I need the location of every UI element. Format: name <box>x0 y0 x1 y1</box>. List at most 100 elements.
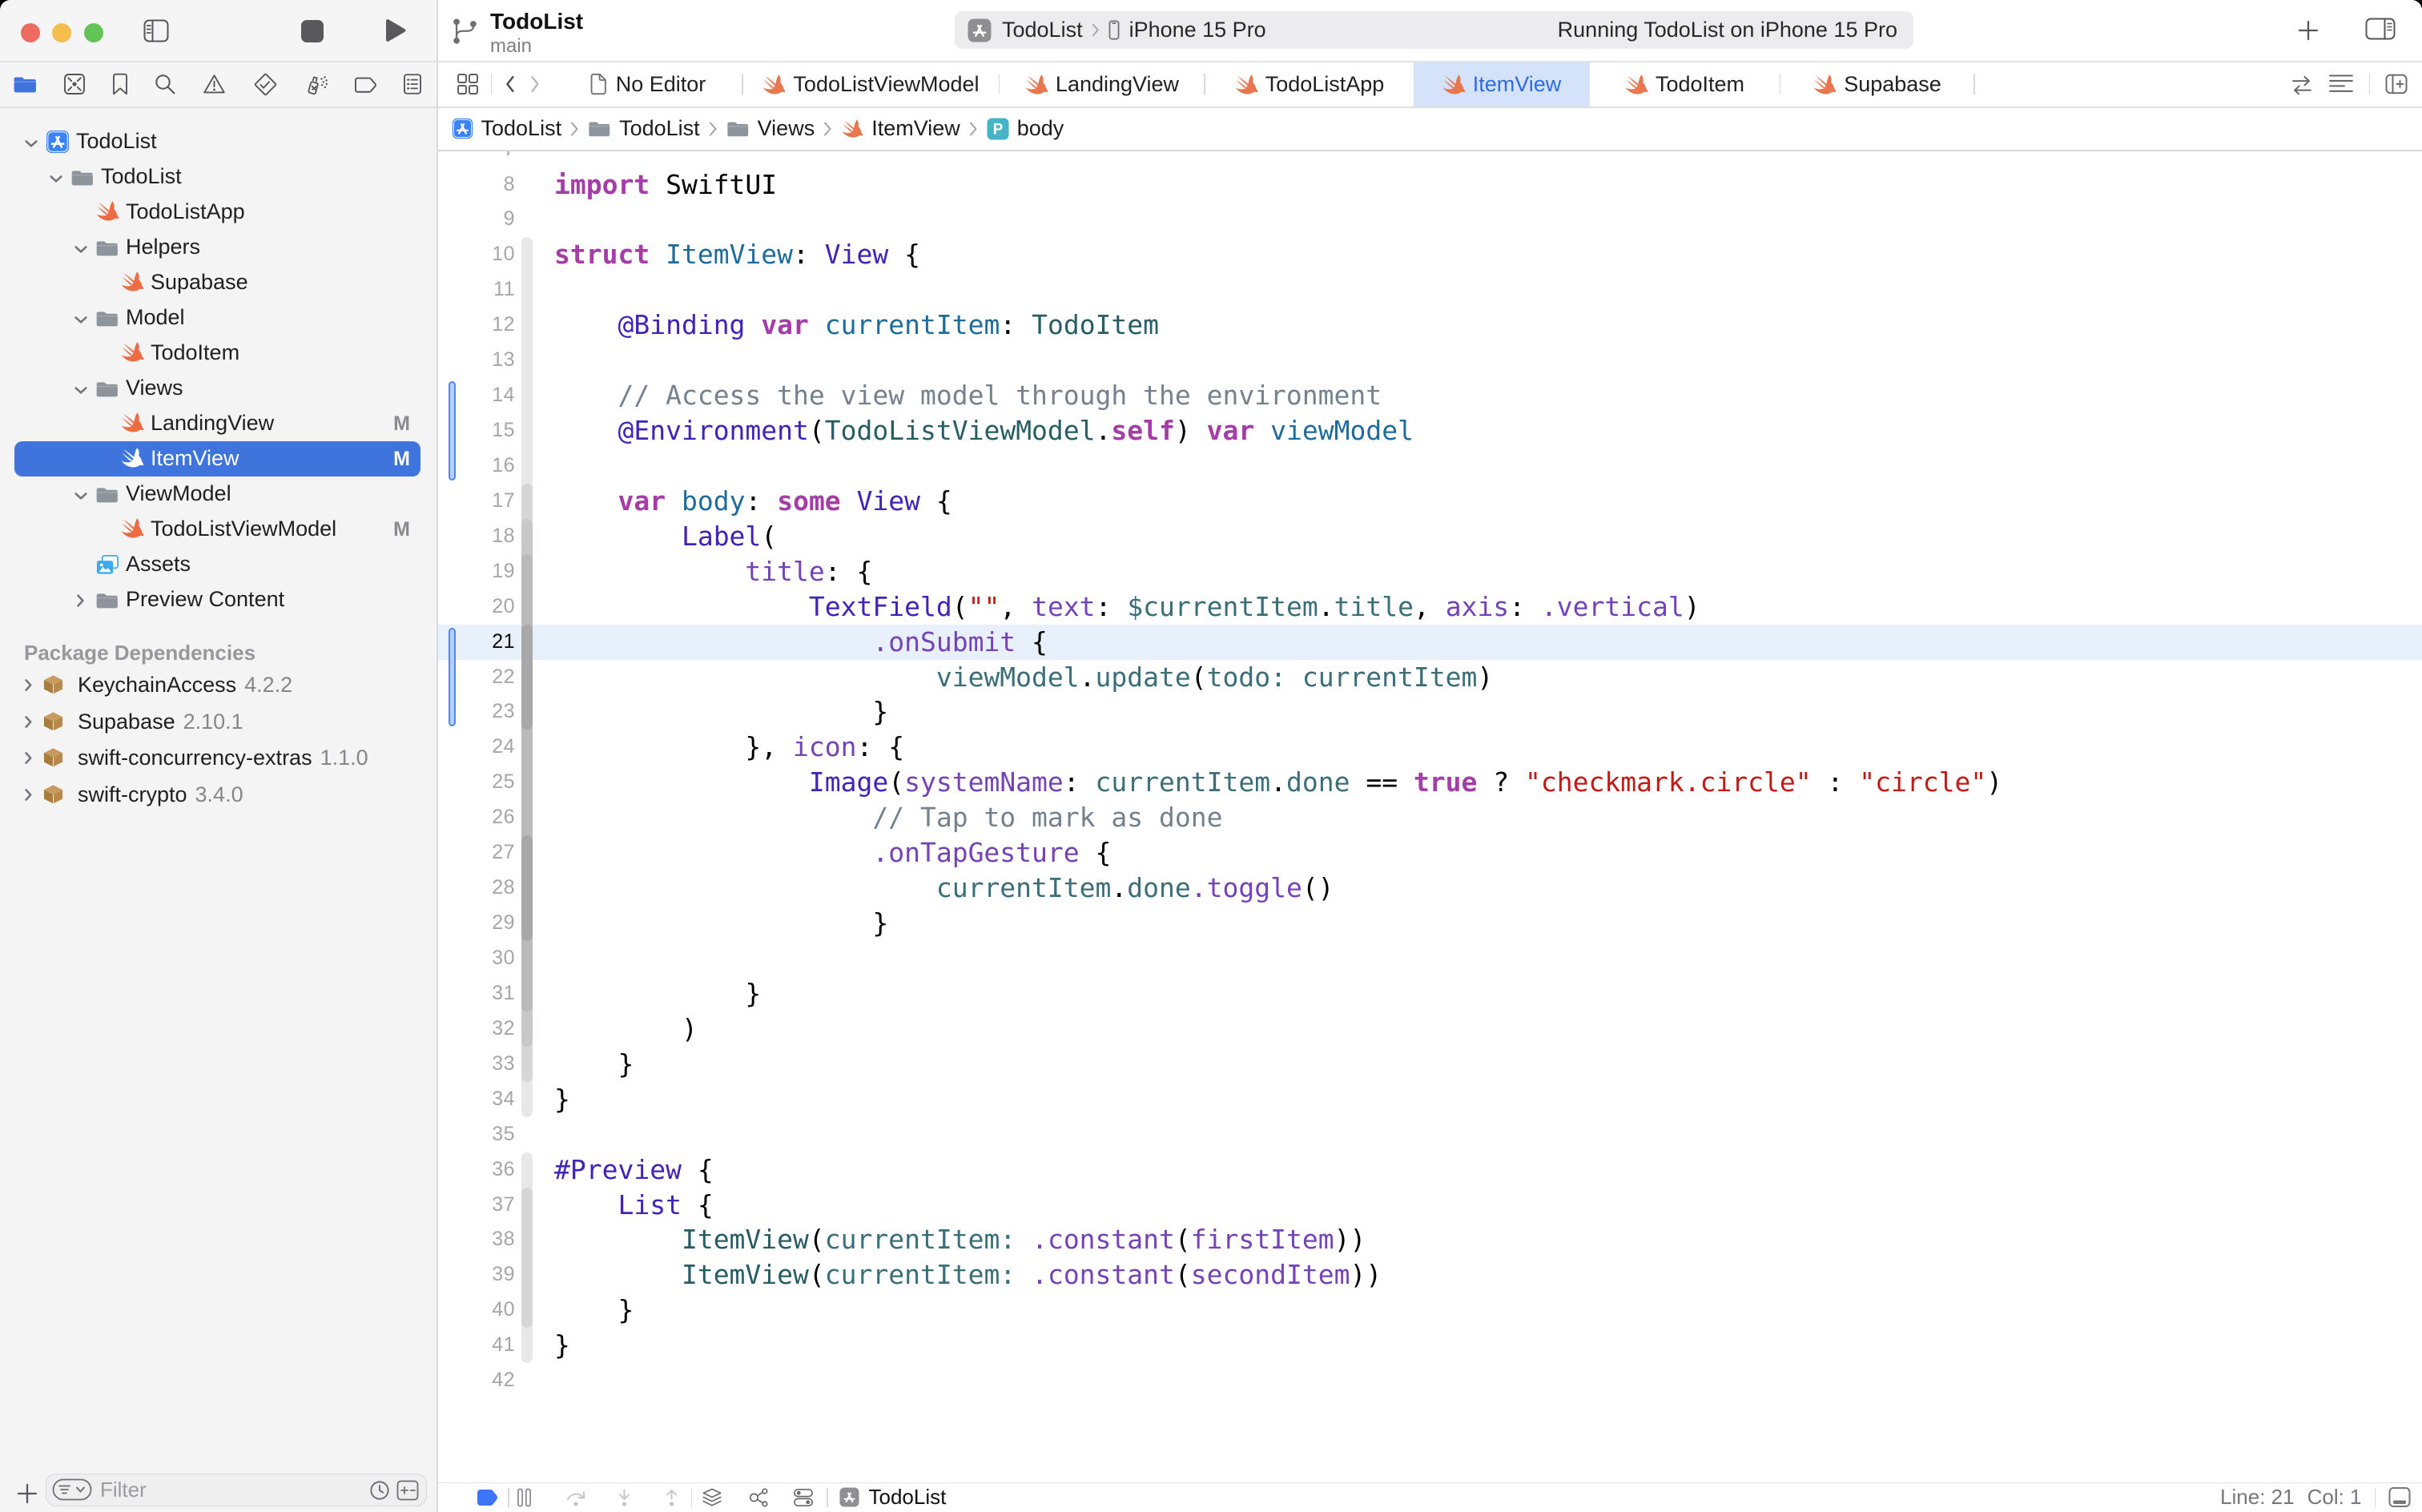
sidebar-item-viewmodel[interactable]: ViewModel <box>0 477 437 512</box>
tab-supabase[interactable]: Supabase <box>1780 62 1973 107</box>
code-line-27[interactable]: 27 .onTapGesture { <box>438 835 2422 871</box>
code-line-26[interactable]: 26 // Tap to mark as done <box>438 800 2422 835</box>
code-line-12[interactable]: 12 @Binding var currentItem: TodoItem <box>438 308 2422 343</box>
disclosure-down-icon[interactable] <box>74 492 88 501</box>
disclosure-down-icon[interactable] <box>74 245 88 254</box>
go-back-icon[interactable] <box>505 75 516 93</box>
editor-options-icon[interactable] <box>2328 74 2354 94</box>
code-line-39[interactable]: 39 ItemView(currentItem: .constant(secon… <box>438 1257 2422 1293</box>
toggle-navigator-icon[interactable] <box>143 19 169 42</box>
code-line-42[interactable]: 42 <box>438 1363 2422 1398</box>
code-line-40[interactable]: 40 } <box>438 1293 2422 1328</box>
bookmark-navigator-icon[interactable] <box>112 73 128 95</box>
breadcrumb-todolist[interactable]: TodoList <box>452 116 562 141</box>
package-item-keychainaccess[interactable]: KeychainAccess4.2.2 <box>0 668 437 703</box>
disclosure-down-icon[interactable] <box>74 386 88 395</box>
disclosure-down-icon[interactable] <box>24 139 38 148</box>
disclosure-right-icon[interactable] <box>24 751 33 765</box>
code-line-37[interactable]: 37 List { <box>438 1188 2422 1223</box>
memory-graph-icon[interactable] <box>748 1487 769 1508</box>
toggle-inspector-icon[interactable] <box>2365 18 2396 40</box>
disclosure-down-icon[interactable] <box>74 316 88 324</box>
source-control-icon[interactable] <box>63 73 86 95</box>
sidebar-item-itemview[interactable]: ItemViewM <box>0 441 437 477</box>
scheme-name[interactable]: TodoList <box>1002 18 1083 42</box>
report-navigator-icon[interactable] <box>403 73 422 95</box>
issue-navigator-icon[interactable] <box>202 73 227 95</box>
code-editor[interactable]: 78import SwiftUI910struct ItemView: View… <box>438 151 2422 1483</box>
environment-overrides-icon[interactable] <box>793 1487 814 1508</box>
code-line-8[interactable]: 8import SwiftUI <box>438 167 2422 203</box>
breakpoints-toggle-icon[interactable] <box>476 1488 498 1506</box>
code-line-7[interactable]: 7 <box>438 151 2422 167</box>
scheme-selector[interactable]: TodoList iPhone 15 Pro Running TodoList … <box>955 11 1913 49</box>
code-line-22[interactable]: 22 viewModel.update(todo: currentItem) <box>438 660 2422 695</box>
sidebar-item-landingview[interactable]: LandingViewM <box>0 406 437 441</box>
editor-bottom-bar-toggle-icon[interactable] <box>2388 1486 2411 1508</box>
code-line-14[interactable]: 14 // Access the view model through the … <box>438 378 2422 413</box>
code-line-16[interactable]: 16 <box>438 448 2422 484</box>
add-tab-icon[interactable] <box>2296 18 2320 42</box>
code-line-9[interactable]: 9 <box>438 202 2422 237</box>
code-line-23[interactable]: 23 } <box>438 694 2422 730</box>
sidebar-item-todolistapp[interactable]: TodoListApp <box>0 195 437 230</box>
sidebar-item-helpers[interactable]: Helpers <box>0 230 437 265</box>
code-line-13[interactable]: 13 <box>438 343 2422 378</box>
code-line-33[interactable]: 33 } <box>438 1047 2422 1082</box>
disclosure-down-icon[interactable] <box>49 175 63 183</box>
tab-no-editor[interactable]: No Editor <box>553 62 742 107</box>
find-navigator-icon[interactable] <box>154 73 176 95</box>
code-line-34[interactable]: 34} <box>438 1082 2422 1117</box>
tab-todolistviewmodel[interactable]: TodoListViewModel <box>743 62 999 107</box>
stop-button[interactable] <box>300 19 324 43</box>
scheme-device[interactable]: iPhone 15 Pro <box>1129 18 1266 42</box>
code-line-25[interactable]: 25 Image(systemName: currentItem.done ==… <box>438 765 2422 800</box>
breadcrumb-views[interactable]: Views <box>726 116 815 141</box>
sidebar-item-todolistviewmodel[interactable]: TodoListViewModelM <box>0 512 437 547</box>
sidebar-item-todolist[interactable]: TodoList <box>0 159 437 195</box>
editor-grid-icon[interactable] <box>457 73 479 95</box>
tab-todolistapp[interactable]: TodoListApp <box>1205 62 1414 107</box>
sidebar-item-model[interactable]: Model <box>0 300 437 336</box>
code-line-17[interactable]: 17 var body: some View { <box>438 484 2422 519</box>
breadcrumb-todolist[interactable]: TodoList <box>588 116 700 141</box>
package-item-swift-crypto[interactable]: swift-crypto3.4.0 <box>0 778 437 813</box>
tab-itemview[interactable]: ItemView <box>1414 62 1590 107</box>
tab-landingview[interactable]: LandingView <box>1000 62 1204 107</box>
code-line-11[interactable]: 11 <box>438 272 2422 308</box>
sidebar-item-preview-content[interactable]: Preview Content <box>0 582 437 617</box>
sidebar-item-todolist[interactable]: TodoList <box>0 124 437 159</box>
sidebar-divider[interactable] <box>437 0 438 1512</box>
code-line-20[interactable]: 20 TextField("", text: $currentItem.titl… <box>438 589 2422 625</box>
step-out-icon[interactable] <box>663 1487 680 1508</box>
disclosure-right-icon[interactable] <box>24 788 33 802</box>
pause-icon[interactable] <box>517 1487 532 1508</box>
code-line-10[interactable]: 10struct ItemView: View { <box>438 237 2422 272</box>
code-line-24[interactable]: 24 }, icon: { <box>438 730 2422 765</box>
filter-icon[interactable] <box>52 1478 92 1502</box>
sidebar-item-views[interactable]: Views <box>0 371 437 406</box>
filter-field[interactable]: Filter <box>46 1474 427 1506</box>
run-button[interactable] <box>383 18 407 42</box>
minimize-window-button[interactable] <box>52 23 71 42</box>
package-item-supabase[interactable]: Supabase2.10.1 <box>0 705 437 740</box>
code-line-31[interactable]: 31 } <box>438 976 2422 1011</box>
code-line-35[interactable]: 35 <box>438 1117 2422 1152</box>
code-line-30[interactable]: 30 <box>438 941 2422 976</box>
code-line-29[interactable]: 29 } <box>438 906 2422 941</box>
close-window-button[interactable] <box>21 23 40 42</box>
code-line-41[interactable]: 41} <box>438 1328 2422 1363</box>
add-editor-icon[interactable] <box>2385 74 2408 94</box>
sidebar-item-assets[interactable]: Assets <box>0 547 437 582</box>
breadcrumb-body[interactable]: Pbody <box>987 116 1064 141</box>
step-into-icon[interactable] <box>616 1487 633 1508</box>
code-line-36[interactable]: 36#Preview { <box>438 1152 2422 1188</box>
app-badge-icon[interactable] <box>839 1487 859 1507</box>
disclosure-right-icon[interactable] <box>24 678 33 692</box>
code-line-32[interactable]: 32 ) <box>438 1011 2422 1047</box>
code-line-28[interactable]: 28 currentItem.done.toggle() <box>438 871 2422 906</box>
code-line-38[interactable]: 38 ItemView(currentItem: .constant(first… <box>438 1222 2422 1257</box>
code-line-21[interactable]: 21 .onSubmit { <box>438 625 2422 660</box>
add-remove-filter-icon[interactable] <box>396 1480 419 1501</box>
breadcrumb-itemview[interactable]: ItemView <box>841 116 960 141</box>
